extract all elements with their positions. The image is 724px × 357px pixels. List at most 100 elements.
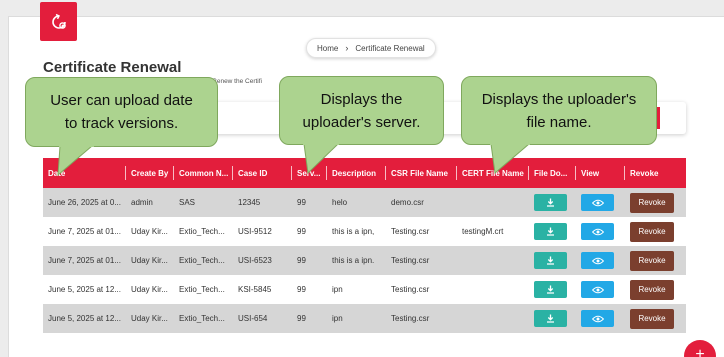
cell-csr-file-name: Testing.csr — [391, 285, 430, 294]
cell-cert-file-name — [457, 304, 529, 333]
download-button[interactable] — [534, 223, 567, 240]
cell-cert-file-name — [457, 188, 529, 217]
cell-view — [576, 188, 625, 217]
column-header-revoke[interactable]: Revoke — [625, 158, 686, 188]
cell-created-by: Uday Kir... — [131, 256, 168, 265]
cell-common-name: Extio_Tech... — [179, 285, 225, 294]
certificate-renew-icon — [51, 13, 66, 29]
cell-case-id: USI-6523 — [238, 256, 272, 265]
cell-cert-file-name — [457, 275, 529, 304]
cell-view — [576, 275, 625, 304]
download-button[interactable] — [534, 194, 567, 211]
callout-date: User can upload date to track versions. — [25, 77, 218, 147]
eye-icon — [591, 199, 604, 206]
cell-description: ipn — [332, 285, 343, 294]
cell-common-name: SAS — [179, 198, 196, 207]
cell-view — [576, 246, 625, 275]
cell-common-name: Extio_Tech... — [179, 314, 225, 323]
view-button[interactable] — [581, 252, 614, 269]
revoke-button[interactable]: Revoke — [630, 221, 674, 242]
column-header-case-id[interactable]: Case ID — [233, 158, 292, 188]
page-title: Certificate Renewal — [43, 59, 182, 76]
cell-created-by: Uday Kir... — [131, 285, 168, 294]
cell-case-id: USI-654 — [238, 314, 268, 323]
revoke-button[interactable]: Revoke — [630, 250, 674, 271]
table-row: June 5, 2025 at 12... Uday Kir... Extio_… — [43, 304, 686, 333]
cell-cert-file-name: testingM.crt — [462, 227, 504, 236]
cell-case-id: KSI-5845 — [238, 285, 272, 294]
callout-file-pointer — [490, 141, 531, 174]
eye-icon — [591, 257, 604, 264]
callout-server-pointer — [303, 141, 340, 175]
view-button[interactable] — [581, 281, 614, 298]
eye-icon — [591, 286, 604, 293]
callout-file: Displays the uploader's file name. — [461, 76, 657, 145]
cell-revoke: Revoke — [625, 188, 686, 217]
cell-common-name: Extio_Tech... — [179, 227, 225, 236]
certificate-table: Date Create By Common N... Case ID Serv.… — [43, 158, 686, 333]
cell-created-by: admin — [131, 198, 153, 207]
breadcrumb: Home › Certificate Renewal — [306, 38, 436, 58]
breadcrumb-home[interactable]: Home — [317, 44, 338, 53]
view-button[interactable] — [581, 223, 614, 240]
cell-revoke: Revoke — [625, 246, 686, 275]
cell-csr-file-name: demo.csr — [391, 198, 424, 207]
download-icon — [547, 256, 554, 265]
table-header-row: Date Create By Common N... Case ID Serv.… — [43, 158, 686, 188]
column-header-create-by[interactable]: Create By — [126, 158, 174, 188]
app-logo[interactable] — [40, 2, 77, 41]
revoke-button[interactable]: Revoke — [630, 192, 674, 213]
cell-common-name: Extio_Tech... — [179, 256, 225, 265]
cell-date: June 7, 2025 at 01... — [48, 256, 121, 265]
revoke-button[interactable]: Revoke — [630, 279, 674, 300]
view-button[interactable] — [581, 310, 614, 327]
cell-description: this is a ipn, — [332, 227, 375, 236]
download-button[interactable] — [534, 281, 567, 298]
view-button[interactable] — [581, 194, 614, 211]
cell-date: June 7, 2025 at 01... — [48, 227, 121, 236]
cell-view — [576, 304, 625, 333]
table-row: June 5, 2025 at 12... Uday Kir... Extio_… — [43, 275, 686, 304]
cell-created-by: Uday Kir... — [131, 314, 168, 323]
cell-case-id: 12345 — [238, 198, 261, 207]
cell-server: 99 — [297, 285, 306, 294]
callout-date-pointer — [57, 143, 94, 177]
download-icon — [547, 198, 554, 207]
cell-cert-file-name — [457, 246, 529, 275]
cell-description: helo — [332, 198, 348, 207]
cell-date: June 5, 2025 at 12... — [48, 314, 121, 323]
cell-file-download — [529, 275, 576, 304]
cell-server: 99 — [297, 314, 306, 323]
eye-icon — [591, 315, 604, 322]
download-icon — [547, 285, 554, 294]
download-icon — [547, 227, 554, 236]
cell-revoke: Revoke — [625, 275, 686, 304]
cell-server: 99 — [297, 198, 306, 207]
cell-file-download — [529, 217, 576, 246]
breadcrumb-current: Certificate Renewal — [355, 43, 425, 53]
eye-icon — [591, 228, 604, 235]
revoke-button[interactable]: Revoke — [630, 308, 674, 329]
cell-revoke: Revoke — [625, 217, 686, 246]
download-button[interactable] — [534, 252, 567, 269]
cell-csr-file-name: Testing.csr — [391, 314, 430, 323]
cell-revoke: Revoke — [625, 304, 686, 333]
table-row: June 7, 2025 at 01... Uday Kir... Extio_… — [43, 217, 686, 246]
cell-file-download — [529, 304, 576, 333]
column-header-common-name[interactable]: Common N... — [174, 158, 233, 188]
cell-file-download — [529, 246, 576, 275]
chevron-right-icon: › — [345, 43, 349, 53]
cell-date: June 5, 2025 at 12... — [48, 285, 121, 294]
cell-csr-file-name: Testing.csr — [391, 227, 430, 236]
column-header-view[interactable]: View — [576, 158, 625, 188]
cell-server: 99 — [297, 227, 306, 236]
column-header-csr-file-name[interactable]: CSR File Name — [386, 158, 457, 188]
cell-description: this is a ipn. — [332, 256, 375, 265]
cell-description: ipn — [332, 314, 343, 323]
cell-file-download — [529, 188, 576, 217]
cell-date: June 26, 2025 at 0... — [48, 198, 121, 207]
table-row: June 7, 2025 at 01... Uday Kir... Extio_… — [43, 246, 686, 275]
table-row: June 26, 2025 at 0... admin SAS 12345 99… — [43, 188, 686, 217]
download-icon — [547, 314, 554, 323]
download-button[interactable] — [534, 310, 567, 327]
